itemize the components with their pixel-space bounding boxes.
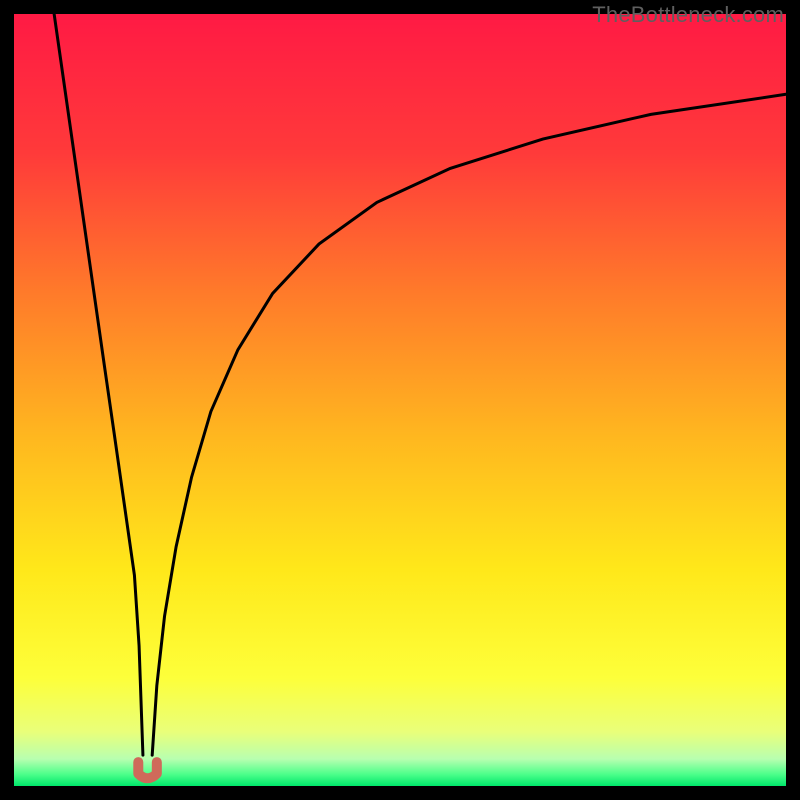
watermark-label: TheBottleneck.com xyxy=(592,2,784,28)
bottleneck-chart xyxy=(14,14,786,786)
chart-frame xyxy=(14,14,786,786)
gradient-background xyxy=(14,14,786,786)
